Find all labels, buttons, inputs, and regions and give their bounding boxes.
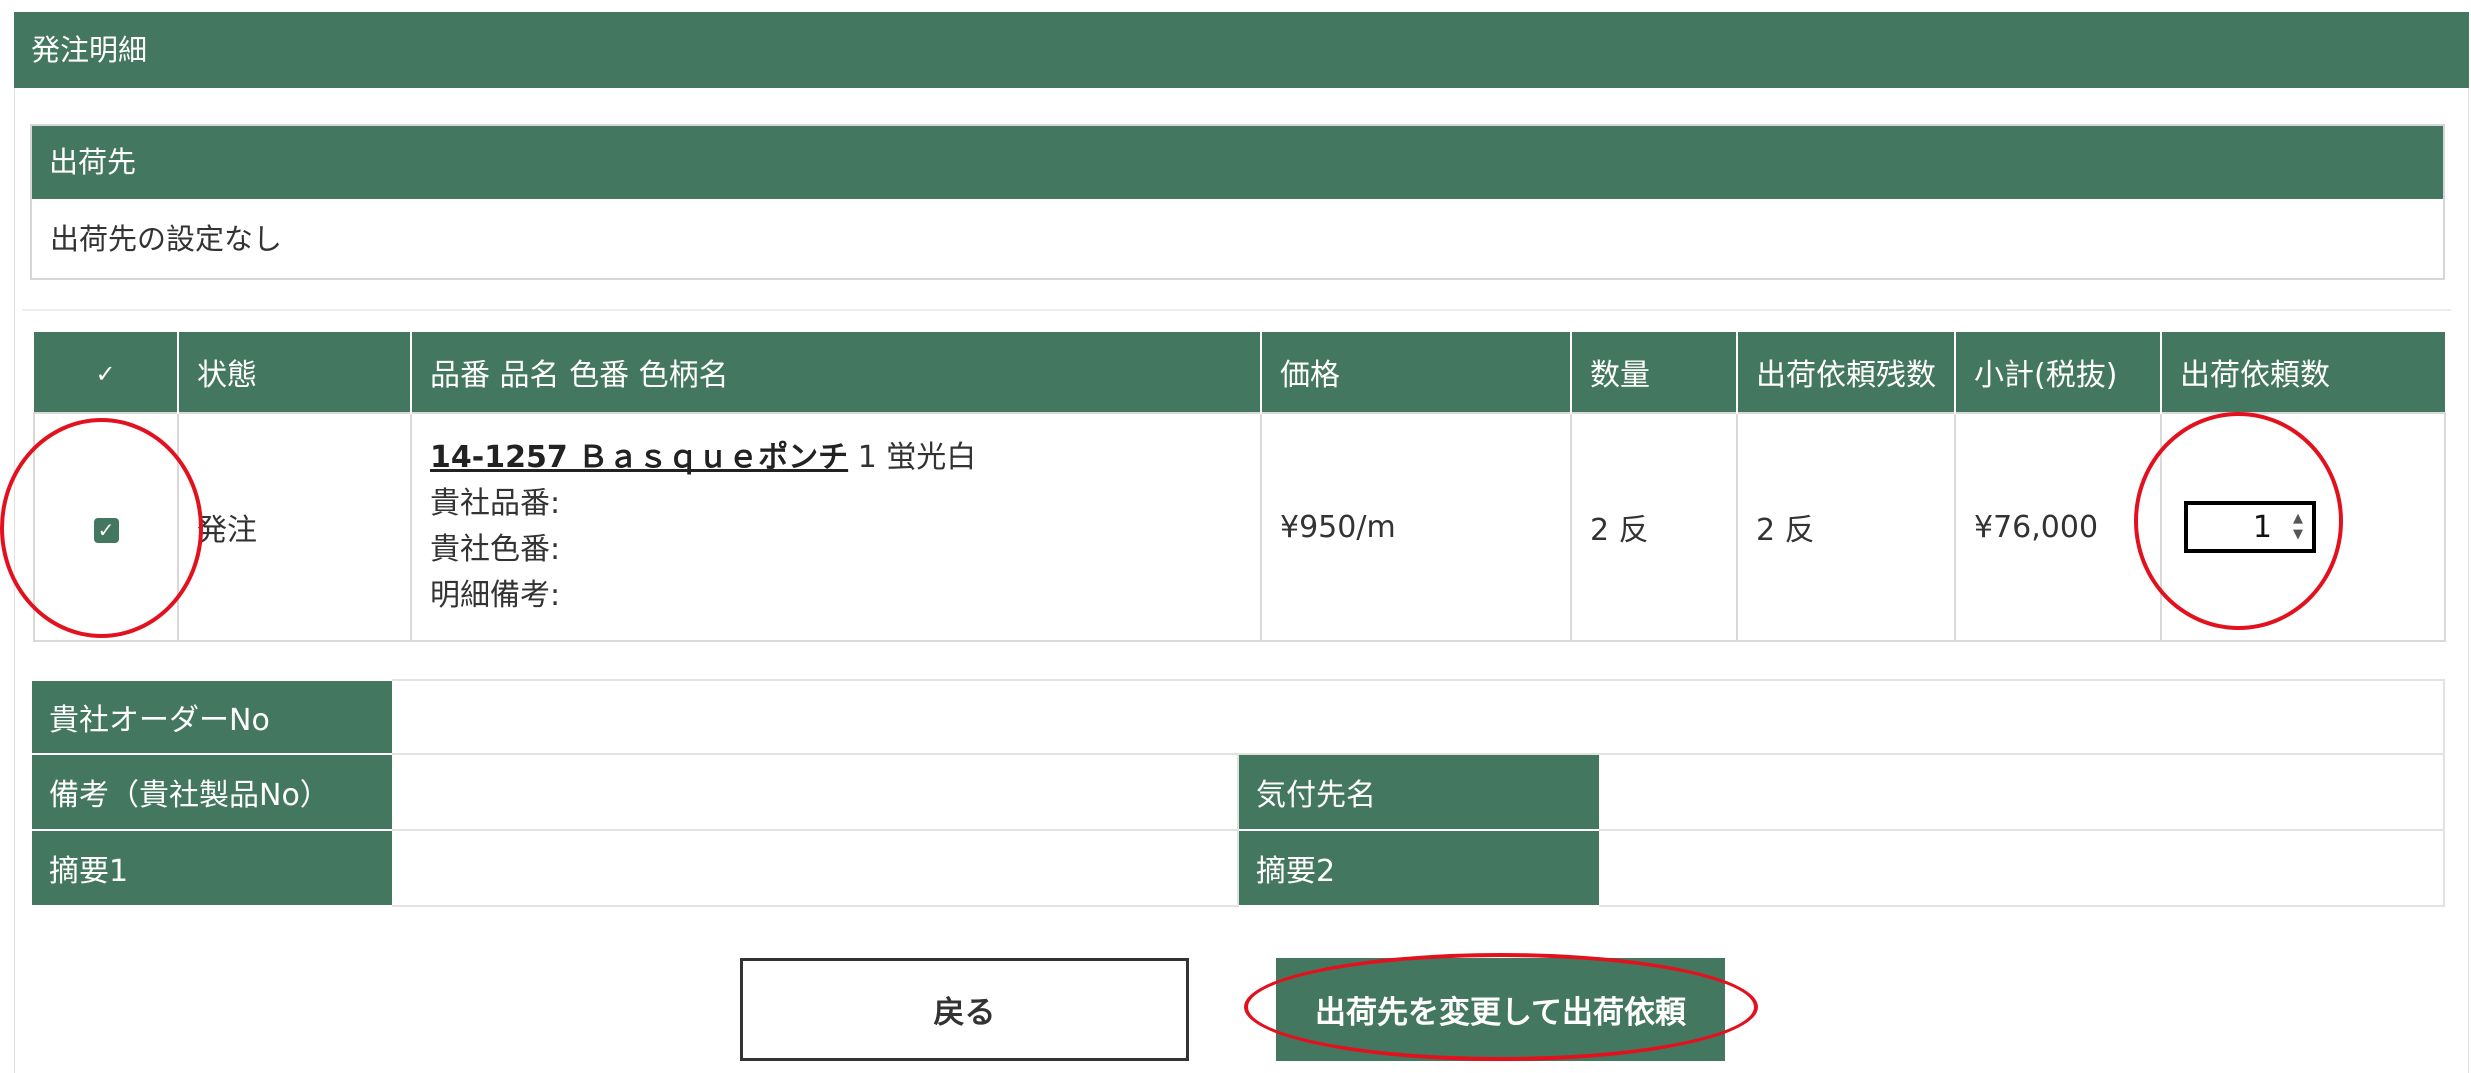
header-remaining: 出荷依頼残数 [1736, 332, 1955, 413]
header-product: 品番 品名 色番 色柄名 [410, 332, 1261, 413]
row-product: 14-1257 Ｂａｓｑｕｅポンチ 1 蛍光白 貴社品番: 貴社色番: 明細備考… [410, 412, 1262, 642]
header-quantity: 数量 [1570, 332, 1737, 413]
row-subtotal: ¥76,000 [1954, 412, 2162, 642]
row-price: ¥950/m [1260, 412, 1572, 642]
annotation-circle-checkbox [0, 418, 203, 638]
client-color-no: 貴社色番: [430, 532, 561, 567]
attention-value[interactable] [1599, 753, 2445, 831]
order-items-table: ✓ 状態 品番 品名 色番 色柄名 価格 数量 出荷依頼残数 小計(税抜) 出荷… [33, 332, 2446, 642]
shipping-value: 出荷先の設定なし [50, 222, 283, 256]
section-title: 発注明細 [14, 12, 2469, 88]
product-color: 1 蛍光白 [857, 440, 977, 475]
row-remaining: 2 反 [1736, 412, 1956, 642]
header-status: 状態 [177, 332, 411, 413]
table-row: ✓ 発注 14-1257 Ｂａｓｑｕｅポンチ 1 蛍光白 貴社品番: 貴社色番:… [33, 412, 2446, 642]
remarks-value[interactable] [392, 753, 1239, 831]
select-all-checkbox[interactable]: ✓ [34, 332, 178, 413]
annotation-circle-button [1244, 953, 1758, 1061]
check-icon: ✓ [95, 359, 116, 388]
order-no-label: 貴社オーダーNo [32, 681, 392, 753]
attention-label: 気付先名 [1239, 755, 1599, 829]
row-status: 発注 [177, 412, 412, 642]
summary1-value[interactable] [392, 829, 1239, 907]
summary2-value[interactable] [1599, 829, 2445, 907]
header-subtotal: 小計(税抜) [1954, 332, 2161, 413]
summary2-label: 摘要2 [1239, 831, 1599, 905]
product-link[interactable]: 14-1257 Ｂａｓｑｕｅポンチ [430, 440, 848, 475]
line-note: 明細備考: [430, 578, 561, 613]
order-no-value[interactable] [392, 679, 2445, 755]
annotation-circle-stepper [2134, 412, 2343, 630]
remarks-label: 備考（貴社製品No） [32, 755, 392, 829]
back-button[interactable]: 戻る [740, 958, 1189, 1061]
divider [22, 309, 2451, 311]
header-request-qty: 出荷依頼数 [2160, 332, 2445, 413]
summary1-label: 摘要1 [32, 831, 392, 905]
client-part-no: 貴社品番: [430, 486, 561, 521]
shipping-header: 出荷先 [32, 126, 2443, 199]
row-quantity: 2 反 [1570, 412, 1738, 642]
table-header-row: ✓ 状態 品番 品名 色番 色柄名 価格 数量 出荷依頼残数 小計(税抜) 出荷… [34, 332, 2445, 413]
header-price: 価格 [1260, 332, 1571, 413]
